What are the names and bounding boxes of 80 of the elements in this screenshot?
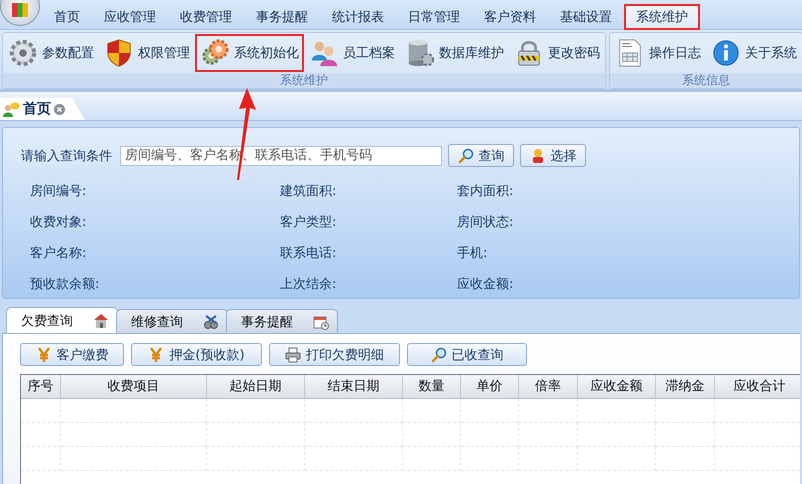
field-label: 套内面积: bbox=[457, 183, 514, 198]
ribbon-button[interactable]: 数据库维护 bbox=[400, 34, 509, 72]
gear-icon bbox=[8, 38, 38, 68]
search-icon bbox=[430, 346, 446, 362]
table-cell bbox=[519, 423, 578, 447]
menu-tab[interactable]: 系统维护 bbox=[624, 4, 700, 30]
menu-tab[interactable]: 统计报表 bbox=[320, 4, 396, 30]
table-cell bbox=[461, 447, 519, 471]
table-cell bbox=[403, 447, 461, 471]
ribbon-button[interactable]: 权限管理 bbox=[99, 34, 195, 72]
field-label: 建筑面积: bbox=[280, 183, 338, 198]
column-header[interactable]: 序号 bbox=[21, 375, 61, 399]
table-cell bbox=[21, 423, 61, 447]
group-title: 系统维护 bbox=[3, 73, 605, 88]
users-icon bbox=[2, 101, 20, 117]
table-cell bbox=[21, 447, 61, 471]
table-cell bbox=[403, 423, 461, 447]
ribbon-button[interactable]: 操作日志 bbox=[610, 34, 706, 72]
column-header[interactable]: 单价 bbox=[461, 375, 519, 399]
table-cell bbox=[656, 423, 715, 447]
query-button[interactable]: 查询 bbox=[448, 144, 514, 167]
content-tab[interactable]: 事务提醒 bbox=[226, 309, 338, 333]
query-label: 请输入查询条件 bbox=[21, 148, 112, 164]
column-header[interactable]: 数量 bbox=[403, 375, 461, 399]
field-label: 收费对象: bbox=[30, 214, 88, 229]
menu-tab[interactable]: 收费管理 bbox=[168, 4, 244, 30]
table-cell bbox=[403, 399, 461, 423]
column-header[interactable]: 结束日期 bbox=[305, 375, 403, 399]
field-label: 联系电话: bbox=[280, 245, 338, 260]
table-cell bbox=[461, 399, 519, 423]
column-header[interactable]: 收费项目 bbox=[61, 375, 207, 399]
table-cell bbox=[519, 399, 578, 423]
content-tab[interactable]: 欠费查询 bbox=[6, 307, 118, 333]
printer-icon bbox=[285, 346, 301, 362]
content-tab[interactable]: 维修查询 bbox=[116, 309, 228, 333]
tools-icon bbox=[203, 314, 219, 330]
action-button[interactable]: 打印欠费明细 bbox=[269, 343, 400, 366]
action-button[interactable]: 客户缴费 bbox=[20, 343, 124, 366]
house-icon bbox=[93, 312, 109, 328]
action-button[interactable]: 押金(预收款) bbox=[131, 343, 262, 366]
column-header[interactable]: 滞纳金 bbox=[656, 375, 715, 399]
menu-tab[interactable]: 应收管理 bbox=[92, 4, 168, 30]
field-label: 房间状态: bbox=[457, 214, 514, 229]
table-cell bbox=[656, 399, 715, 423]
query-button[interactable]: 选择 bbox=[520, 144, 586, 167]
table-cell bbox=[21, 399, 61, 423]
action-button[interactable]: 已收查询 bbox=[407, 343, 527, 366]
menu-tab[interactable]: 首页 bbox=[42, 4, 92, 30]
table-cell bbox=[461, 423, 519, 447]
yen-icon bbox=[148, 346, 164, 362]
table-cell bbox=[519, 447, 578, 471]
column-header[interactable]: 起始日期 bbox=[207, 375, 305, 399]
info-icon bbox=[711, 38, 741, 68]
ribbon-button[interactable]: 员工档案 bbox=[304, 34, 400, 72]
menu-tab[interactable]: 客户资料 bbox=[472, 4, 548, 30]
field-label: 上次结余: bbox=[280, 276, 338, 291]
field-label: 手机: bbox=[457, 245, 488, 260]
calendar-icon bbox=[313, 314, 329, 330]
field-label: 应收金额: bbox=[457, 276, 514, 291]
field-label: 房间编号: bbox=[30, 183, 88, 198]
column-header[interactable]: 应收金额 bbox=[578, 375, 656, 399]
field-label: 客户类型: bbox=[280, 214, 338, 229]
ribbon-button[interactable]: 关于系统 bbox=[706, 34, 802, 72]
document-tab[interactable]: 首页 bbox=[0, 98, 85, 120]
column-header[interactable]: 应收合计 bbox=[715, 375, 800, 399]
ribbon-button[interactable]: 更改密码 bbox=[509, 34, 605, 72]
column-header[interactable]: 倍率 bbox=[519, 375, 578, 399]
field-label: 预收款余额: bbox=[30, 276, 100, 291]
tab-label: 首页 bbox=[23, 100, 51, 118]
field-label: 客户名称: bbox=[30, 245, 88, 260]
table-cell bbox=[656, 447, 715, 471]
menu-tab[interactable]: 基础设置 bbox=[548, 4, 624, 30]
close-icon[interactable] bbox=[54, 104, 65, 114]
yen-icon bbox=[36, 346, 52, 362]
ribbon-button[interactable]: 参数配置 bbox=[3, 34, 99, 72]
group-title: 系统信息 bbox=[610, 73, 802, 88]
search-icon bbox=[458, 148, 474, 164]
ribbon-button[interactable]: 系统初始化 bbox=[195, 34, 304, 72]
menu-tab[interactable]: 日常管理 bbox=[396, 4, 472, 30]
menu-tab[interactable]: 事务提醒 bbox=[244, 4, 320, 30]
